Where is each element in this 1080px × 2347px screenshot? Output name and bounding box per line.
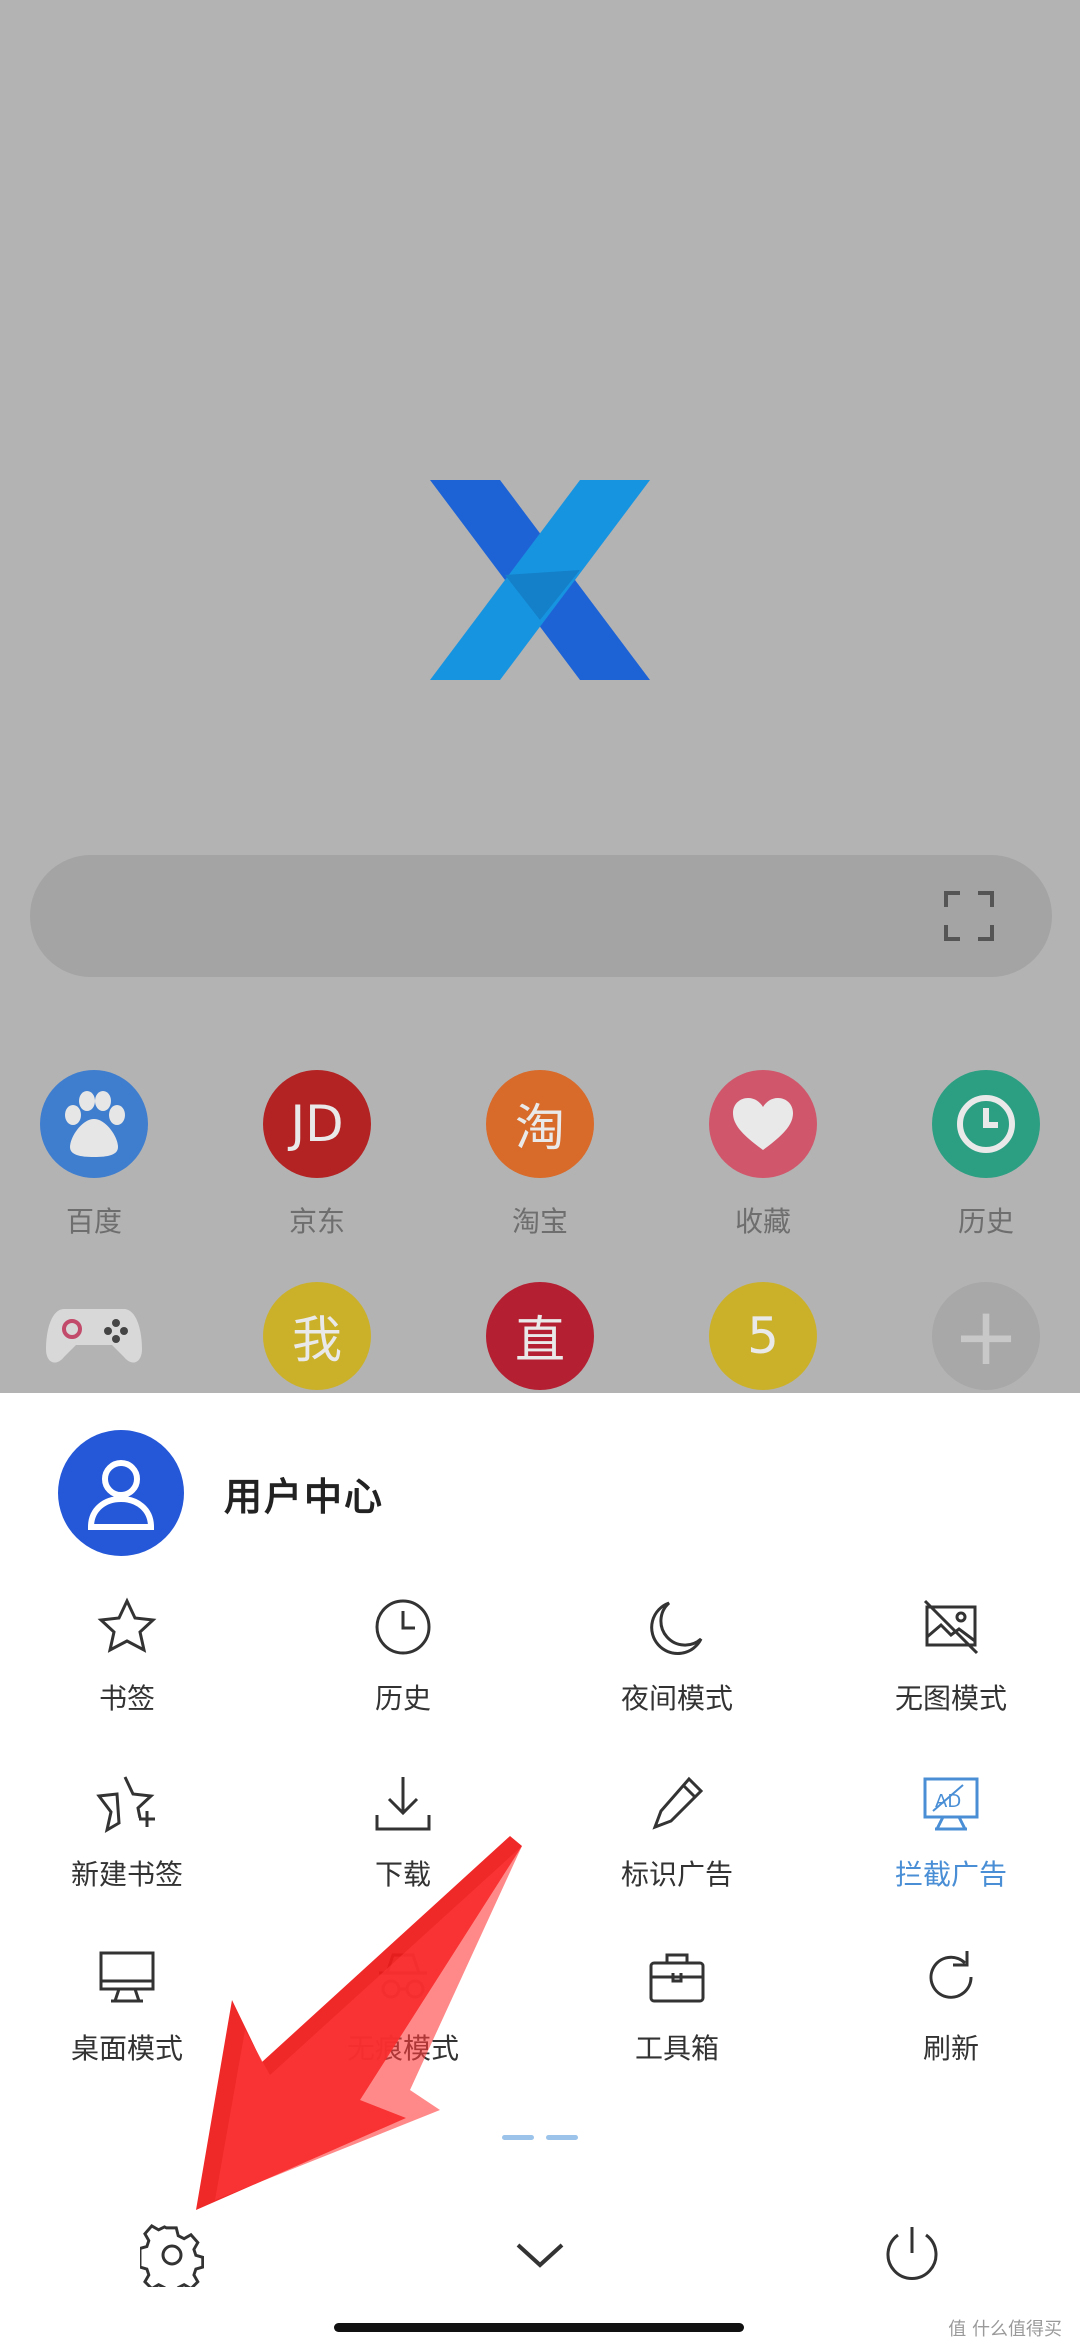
toolbox-icon	[649, 1953, 705, 2003]
moon-icon	[650, 1601, 703, 1655]
dimmed-browser-home[interactable]: 百度 JD 京东 淘 淘宝 收藏 历史 我 直 5 +	[0, 0, 1080, 1393]
heart-icon	[709, 1070, 817, 1178]
star-icon	[97, 1597, 157, 1653]
quick-site-baidu[interactable]: 百度	[24, 1070, 164, 1240]
chevron-down-icon	[516, 2243, 564, 2268]
quick-site-label: 历史	[957, 1205, 1014, 1238]
menu-item-label: 夜间模式	[620, 1682, 733, 1715]
menu-item-label: 书签	[98, 1682, 155, 1715]
baidu-paw-icon	[40, 1070, 148, 1178]
quick-site-taobao[interactable]: 淘 淘宝	[470, 1070, 610, 1240]
download-icon	[375, 1777, 431, 1831]
five-app-icon: 5	[709, 1282, 817, 1390]
home-indicator	[334, 2323, 744, 2332]
ad-block-icon: AD	[923, 1777, 979, 1831]
add-quick-site-button[interactable]: +	[916, 1282, 1056, 1390]
zhi-app-icon: 直	[486, 1282, 594, 1390]
refresh-icon	[929, 1951, 973, 1999]
menu-item-label: 拦截广告	[894, 1858, 1007, 1891]
menu-item-label: 桌面模式	[70, 2032, 183, 2065]
quick-site-five[interactable]: 5	[693, 1282, 833, 1390]
jd-logo-icon: JD	[263, 1070, 371, 1178]
no-image-icon	[923, 1599, 979, 1655]
menu-no-image-mode[interactable]: 无图模式	[816, 1595, 1080, 1717]
menu-item-label: 无痕模式	[346, 2032, 459, 2065]
monitor-icon	[99, 1951, 155, 2003]
menu-mark-ads[interactable]: 标识广告	[542, 1771, 812, 1893]
power-icon	[886, 2227, 938, 2280]
menu-toolbox[interactable]: 工具箱	[542, 1945, 812, 2067]
menu-sheet: 用户中心 书签 历史 夜间模式 无图模式 新建书签 下载 标识广告 AD 拦截广…	[0, 1393, 1080, 2347]
star-add-icon	[96, 1776, 155, 1834]
search-bar[interactable]	[30, 855, 1052, 977]
quick-site-label: 收藏	[734, 1205, 791, 1238]
pen-icon	[652, 1776, 704, 1830]
menu-new-bookmark[interactable]: 新建书签	[0, 1771, 262, 1893]
menu-item-label: 标识广告	[620, 1858, 733, 1891]
collapse-menu-button[interactable]	[490, 2205, 590, 2305]
quick-site-label: 京东	[288, 1205, 345, 1238]
menu-desktop-mode[interactable]: 桌面模式	[0, 1945, 262, 2067]
incognito-icon	[379, 1953, 427, 1999]
quick-site-favorites[interactable]: 收藏	[693, 1070, 833, 1240]
quick-site-history[interactable]: 历史	[916, 1070, 1056, 1240]
x-browser-logo	[430, 480, 650, 680]
scan-icon[interactable]	[944, 891, 994, 941]
settings-button[interactable]	[122, 2205, 222, 2305]
menu-item-label: 下载	[374, 1858, 431, 1891]
page-indicator	[502, 2135, 578, 2140]
user-center-label[interactable]: 用户中心	[224, 1466, 384, 1521]
quick-site-label: 百度	[65, 1205, 122, 1238]
add-icon: +	[932, 1282, 1040, 1390]
menu-item-label: 历史	[374, 1682, 431, 1715]
gamepad-icon	[40, 1282, 148, 1390]
user-avatar-icon[interactable]	[58, 1430, 184, 1556]
menu-block-ads[interactable]: AD 拦截广告	[816, 1771, 1080, 1893]
clock-icon	[932, 1070, 1040, 1178]
taobao-logo-icon: 淘	[486, 1070, 594, 1178]
menu-item-label: 无图模式	[894, 1682, 1007, 1715]
clock-icon	[375, 1599, 431, 1655]
svg-text:AD: AD	[935, 1791, 961, 1812]
watermark: 值 什么值得买	[948, 2319, 1062, 2340]
menu-item-label: 新建书签	[70, 1858, 183, 1891]
exit-button[interactable]	[862, 2205, 962, 2305]
quick-site-jd[interactable]: JD 京东	[247, 1070, 387, 1240]
menu-bookmarks[interactable]: 书签	[0, 1595, 262, 1717]
quick-site-label: 淘宝	[511, 1205, 568, 1238]
wo-app-icon: 我	[263, 1282, 371, 1390]
menu-item-label: 工具箱	[634, 2032, 719, 2065]
menu-incognito-mode[interactable]: 无痕模式	[268, 1945, 538, 2067]
menu-item-label: 刷新	[922, 2032, 979, 2065]
user-center-row[interactable]: 用户中心	[58, 1430, 384, 1556]
menu-download[interactable]: 下载	[268, 1771, 538, 1893]
menu-history[interactable]: 历史	[268, 1595, 538, 1717]
menu-night-mode[interactable]: 夜间模式	[542, 1595, 812, 1717]
quick-site-game[interactable]	[24, 1282, 164, 1390]
quick-site-zhi[interactable]: 直	[470, 1282, 610, 1390]
menu-refresh[interactable]: 刷新	[816, 1945, 1080, 2067]
settings-icon	[140, 2224, 204, 2287]
quick-site-wo[interactable]: 我	[247, 1282, 387, 1390]
